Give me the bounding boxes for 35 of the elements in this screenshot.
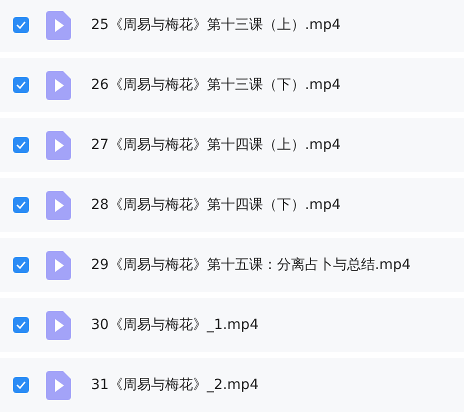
video-file-icon xyxy=(46,190,71,220)
video-file-icon xyxy=(46,370,71,400)
file-row[interactable]: 25《周易与梅花》第十三课（上）.mp4 xyxy=(0,0,464,52)
checkbox[interactable] xyxy=(13,17,29,33)
check-icon xyxy=(16,21,26,29)
checkbox[interactable] xyxy=(13,317,29,333)
check-icon xyxy=(16,141,26,149)
check-icon xyxy=(16,321,26,329)
checkbox[interactable] xyxy=(13,257,29,273)
file-row[interactable]: 27《周易与梅花》第十四课（上）.mp4 xyxy=(0,118,464,172)
file-name: 30《周易与梅花》_1.mp4 xyxy=(91,316,259,334)
check-icon xyxy=(16,81,26,89)
file-name: 28《周易与梅花》第十四课（下）.mp4 xyxy=(91,196,341,214)
video-file-icon xyxy=(46,70,71,100)
video-file-icon xyxy=(46,130,71,160)
checkbox[interactable] xyxy=(13,77,29,93)
checkbox[interactable] xyxy=(13,197,29,213)
file-name: 27《周易与梅花》第十四课（上）.mp4 xyxy=(91,136,341,154)
file-row[interactable]: 31《周易与梅花》_2.mp4 xyxy=(0,358,464,412)
file-row[interactable]: 30《周易与梅花》_1.mp4 xyxy=(0,298,464,352)
video-file-icon xyxy=(46,10,71,40)
checkbox[interactable] xyxy=(13,137,29,153)
file-name: 25《周易与梅花》第十三课（上）.mp4 xyxy=(91,16,341,34)
file-name: 26《周易与梅花》第十三课（下）.mp4 xyxy=(91,76,341,94)
file-row[interactable]: 28《周易与梅花》第十四课（下）.mp4 xyxy=(0,178,464,232)
checkbox[interactable] xyxy=(13,377,29,393)
file-row[interactable]: 29《周易与梅花》第十五课：分离占卜与总结.mp4 xyxy=(0,238,464,292)
file-name: 31《周易与梅花》_2.mp4 xyxy=(91,376,259,394)
video-file-icon xyxy=(46,310,71,340)
check-icon xyxy=(16,201,26,209)
video-file-icon xyxy=(46,250,71,280)
check-icon xyxy=(16,381,26,389)
check-icon xyxy=(16,261,26,269)
file-name: 29《周易与梅花》第十五课：分离占卜与总结.mp4 xyxy=(91,256,411,274)
file-row[interactable]: 26《周易与梅花》第十三课（下）.mp4 xyxy=(0,58,464,112)
